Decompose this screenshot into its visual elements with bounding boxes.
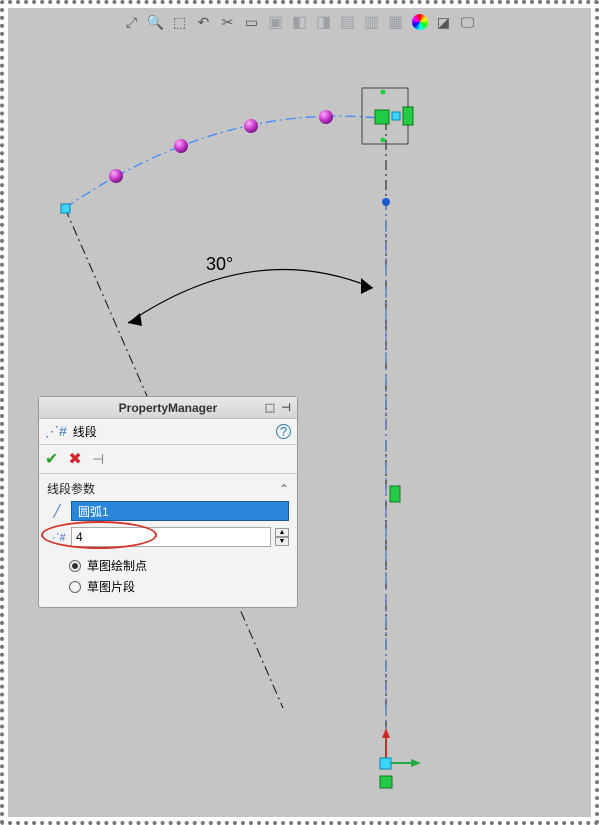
collapse-icon[interactable]: ⌃ [279, 482, 289, 496]
spinner-up-icon[interactable]: ▲ [275, 528, 289, 537]
radio-sketch-segments[interactable]: 草图片段 [69, 576, 289, 597]
panel-title-bar: PropertyManager ⬚ ⊣ [39, 397, 297, 419]
feature-name: 线段 [73, 423, 97, 440]
view-cube-1-icon[interactable]: ▣ [265, 11, 287, 33]
count-spinner[interactable]: ▲ ▼ [275, 528, 289, 546]
screen-icon[interactable]: 🖵 [457, 11, 479, 33]
heads-up-toolbar: ⤢ 🔍 ⬚ ↶ ✂ ▭ ▣ ◧ ◨ ▤ ▥ ▦ ◪ 🖵 [8, 10, 591, 34]
prev-view-icon[interactable]: ↶ [193, 11, 215, 33]
section-icon[interactable]: ✂ [217, 11, 239, 33]
instance-count-input[interactable] [71, 527, 271, 547]
zoom-area-icon[interactable]: ⬚ [169, 11, 191, 33]
graphics-viewport[interactable]: ⤢ 🔍 ⬚ ↶ ✂ ▭ ▣ ◧ ◨ ▤ ▥ ▦ ◪ 🖵 [8, 8, 591, 817]
spinner-down-icon[interactable]: ▼ [275, 537, 289, 546]
view-cube-4-icon[interactable]: ▤ [337, 11, 359, 33]
radio-label-2: 草图片段 [87, 578, 135, 595]
radio-icon [69, 560, 81, 572]
radio-label-1: 草图绘制点 [87, 557, 147, 574]
angle-dimension[interactable]: 30° [206, 254, 233, 275]
section-header: 线段参数 [47, 480, 95, 497]
pin-button[interactable]: ⊣ [92, 451, 104, 468]
entity-line-icon: ╱ [47, 502, 67, 520]
radio-icon [69, 581, 81, 593]
view-cube-2-icon[interactable]: ◧ [289, 11, 311, 33]
panel-keep-visible-icon[interactable]: ⬚ [263, 400, 277, 414]
view-cube-3-icon[interactable]: ◨ [313, 11, 335, 33]
appearance-icon[interactable] [409, 11, 431, 33]
ok-button[interactable]: ✔ [45, 449, 58, 469]
radio-sketch-points[interactable]: 草图绘制点 [69, 555, 289, 576]
property-manager-panel: PropertyManager ⬚ ⊣ ⋰# 线段 ? ✔ ✖ ⊣ 线段参数 ⌃… [38, 396, 298, 608]
segment-feature-icon: ⋰# [45, 423, 67, 440]
view-cube-5-icon[interactable]: ▥ [361, 11, 383, 33]
count-icon: ⋰# [47, 531, 67, 544]
zoom-fit-icon[interactable]: 🔍 [145, 11, 167, 33]
panel-pushpin-icon[interactable]: ⊣ [279, 400, 293, 414]
compare-icon[interactable]: ◪ [433, 11, 455, 33]
entity-selection-input[interactable] [71, 501, 289, 521]
cancel-button[interactable]: ✖ [68, 449, 81, 469]
view-cube-6-icon[interactable]: ▦ [385, 11, 407, 33]
display-style-icon[interactable]: ▭ [241, 11, 263, 33]
help-icon[interactable]: ? [276, 424, 291, 439]
origin-icon[interactable]: ⤢ [121, 11, 143, 33]
panel-title-text: PropertyManager [119, 401, 218, 415]
